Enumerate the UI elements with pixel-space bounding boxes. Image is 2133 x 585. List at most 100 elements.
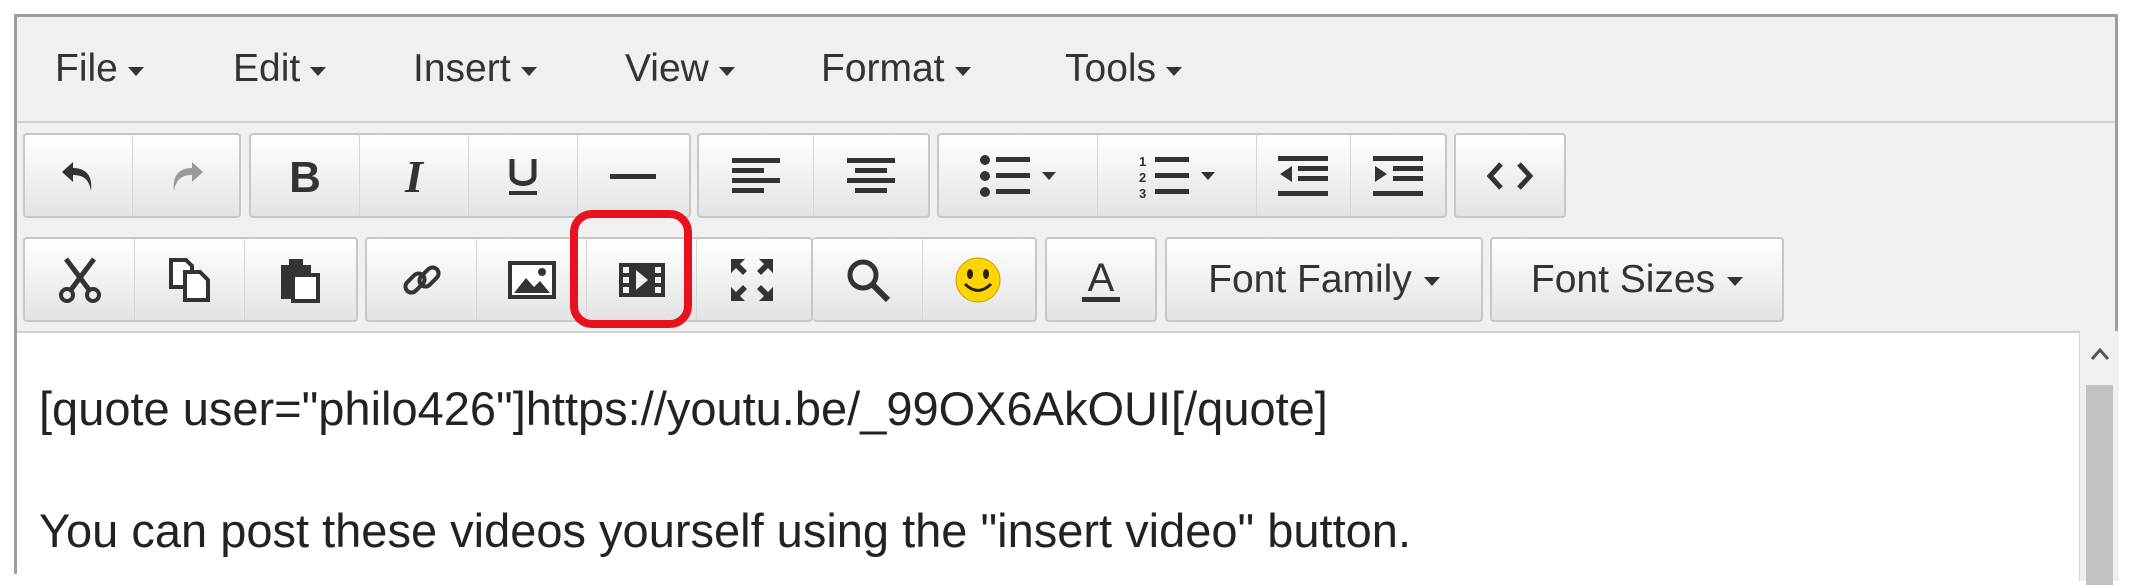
align-center-button[interactable] bbox=[814, 135, 928, 216]
menubar: File Edit Insert View Format Tools bbox=[17, 17, 2115, 123]
copy-icon bbox=[168, 257, 210, 302]
chevron-down-icon bbox=[1166, 66, 1183, 76]
undo-button[interactable] bbox=[25, 135, 133, 216]
scrollbar-thumb[interactable] bbox=[2086, 385, 2113, 585]
insert-group bbox=[365, 237, 813, 322]
menu-edit-label: Edit bbox=[233, 47, 301, 90]
clipboard-group bbox=[23, 237, 358, 322]
chevron-down-icon bbox=[520, 66, 537, 76]
numbered-list-button[interactable]: 123 bbox=[1098, 135, 1257, 216]
menu-tools[interactable]: Tools bbox=[1065, 47, 1183, 91]
italic-button[interactable]: I bbox=[360, 135, 469, 216]
text-color-icon: A bbox=[1082, 256, 1120, 302]
numbered-list-icon: 123 bbox=[1139, 154, 1189, 198]
menu-view[interactable]: View bbox=[625, 47, 735, 91]
chevron-down-icon bbox=[127, 66, 144, 76]
underline-icon bbox=[509, 158, 537, 195]
underline-button[interactable] bbox=[469, 135, 578, 216]
svg-text:I: I bbox=[404, 154, 425, 198]
menu-file[interactable]: File bbox=[55, 47, 144, 91]
chevron-down-icon bbox=[1041, 171, 1056, 180]
search-replace-button[interactable] bbox=[813, 239, 923, 320]
undo-icon bbox=[61, 161, 91, 191]
scroll-up-button[interactable] bbox=[2080, 331, 2119, 377]
cut-button[interactable] bbox=[25, 239, 135, 320]
redo-button[interactable] bbox=[133, 135, 239, 216]
fullscreen-icon bbox=[731, 258, 773, 301]
menu-format-label: Format bbox=[821, 47, 945, 90]
horizontal-line-icon bbox=[609, 173, 656, 179]
italic-icon: I bbox=[404, 154, 425, 198]
code-icon bbox=[1487, 161, 1533, 190]
search-icon bbox=[847, 259, 890, 302]
menu-file-label: File bbox=[55, 47, 118, 90]
copy-button[interactable] bbox=[135, 239, 245, 320]
text-style-group: B I bbox=[249, 133, 691, 218]
font-family-dropdown[interactable]: Font Family bbox=[1165, 237, 1483, 322]
toolbar-row-1: B I 123 bbox=[17, 123, 2115, 226]
smiley-icon bbox=[955, 257, 1001, 302]
rich-text-editor: File Edit Insert View Format Tools B I 1… bbox=[14, 14, 2119, 585]
text-color-button[interactable]: A bbox=[1047, 239, 1155, 320]
align-left-button[interactable] bbox=[699, 135, 814, 216]
paste-button[interactable] bbox=[245, 239, 355, 320]
emoticons-button[interactable] bbox=[923, 239, 1033, 320]
video-icon bbox=[618, 262, 665, 297]
chevron-down-icon bbox=[1423, 277, 1440, 286]
font-sizes-label: Font Sizes bbox=[1530, 257, 1716, 301]
alignment-group bbox=[697, 133, 930, 218]
menu-insert[interactable]: Insert bbox=[413, 47, 537, 91]
chevron-down-icon bbox=[718, 66, 735, 76]
chevron-up-icon bbox=[2090, 347, 2109, 360]
list-group: 123 bbox=[937, 133, 1447, 218]
svg-text:1: 1 bbox=[1139, 154, 1146, 169]
font-sizes-dropdown[interactable]: Font Sizes bbox=[1490, 237, 1784, 322]
menu-format[interactable]: Format bbox=[821, 47, 971, 91]
outdent-button[interactable] bbox=[1257, 135, 1351, 216]
svg-text:3: 3 bbox=[1139, 186, 1146, 198]
bold-icon: B bbox=[289, 154, 321, 198]
align-left-icon bbox=[732, 157, 780, 193]
history-group bbox=[23, 133, 241, 218]
link-icon bbox=[402, 264, 441, 295]
content-line-quote: [quote user="philo426"]https://youtu.be/… bbox=[39, 382, 1328, 435]
search-emoji-group bbox=[813, 237, 1037, 322]
menu-edit[interactable]: Edit bbox=[233, 47, 327, 91]
content-line-text: You can post these videos yourself using… bbox=[39, 504, 1411, 557]
redo-icon bbox=[173, 161, 203, 191]
editor-content[interactable]: [quote user="philo426"]https://youtu.be/… bbox=[17, 331, 2079, 583]
chevron-down-icon bbox=[310, 66, 327, 76]
chevron-down-icon bbox=[1727, 277, 1744, 286]
menu-tools-label: Tools bbox=[1065, 47, 1157, 90]
vertical-scrollbar[interactable] bbox=[2079, 331, 2119, 585]
source-code-button[interactable] bbox=[1456, 135, 1564, 216]
indent-button[interactable] bbox=[1351, 135, 1445, 216]
outdent-icon bbox=[1278, 155, 1329, 196]
bullet-list-icon bbox=[979, 154, 1030, 197]
insert-link-button[interactable] bbox=[367, 239, 477, 320]
toolbar-row-2: A Font Family Font Sizes bbox=[17, 227, 2115, 330]
align-center-icon bbox=[847, 157, 895, 193]
insert-video-button[interactable] bbox=[587, 239, 697, 320]
menu-insert-label: Insert bbox=[413, 47, 511, 90]
horizontal-line-button[interactable] bbox=[578, 135, 687, 216]
text-color-group: A bbox=[1045, 237, 1157, 322]
bold-button[interactable]: B bbox=[251, 135, 360, 216]
font-family-select[interactable]: Font Family bbox=[1167, 239, 1481, 320]
bullet-list-button[interactable] bbox=[939, 135, 1098, 216]
svg-text:2: 2 bbox=[1139, 170, 1146, 185]
paste-icon bbox=[281, 258, 320, 303]
font-family-label: Font Family bbox=[1208, 257, 1412, 301]
chevron-down-icon bbox=[954, 66, 971, 76]
svg-text:B: B bbox=[289, 154, 321, 198]
insert-image-button[interactable] bbox=[477, 239, 587, 320]
image-icon bbox=[507, 260, 556, 299]
menu-view-label: View bbox=[625, 47, 709, 90]
indent-icon bbox=[1372, 155, 1423, 196]
font-sizes-select[interactable]: Font Sizes bbox=[1492, 239, 1782, 320]
code-group bbox=[1454, 133, 1566, 218]
fullscreen-button[interactable] bbox=[697, 239, 807, 320]
svg-text:A: A bbox=[1088, 256, 1115, 300]
chevron-down-icon bbox=[1200, 171, 1215, 180]
scissors-icon bbox=[58, 257, 101, 303]
